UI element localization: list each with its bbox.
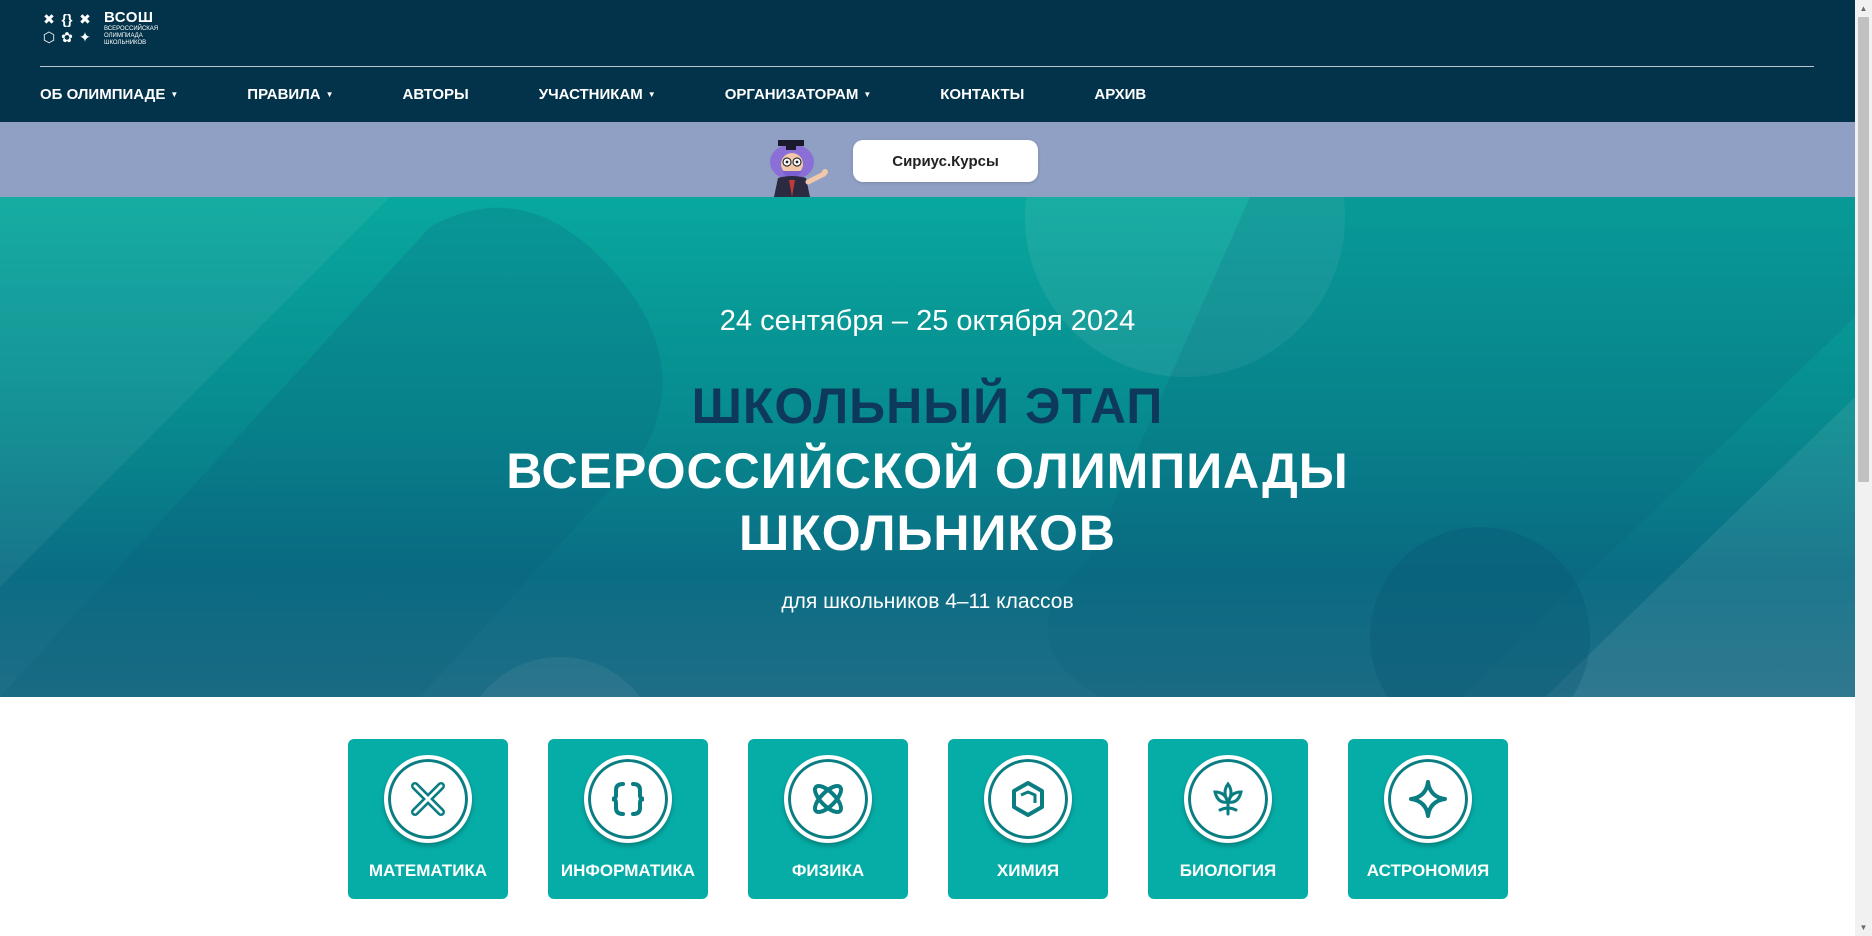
subject-icon-badge [584,755,672,843]
logo-subtitle-3: ШКОЛЬНИКОВ [104,40,158,47]
hero-date: 24 сентября – 25 октября 2024 [0,305,1855,338]
subject-icon-badge [984,755,1072,843]
subject-label: ХИМИЯ [948,861,1108,881]
main-nav: ОБ ОЛИМПИАДЕ ▼ ПРАВИЛА ▼ АВТОРЫ УЧАСТНИК… [40,86,1146,103]
logo-subtitle-1: ВСЕРОССИЙСКАЯ [104,26,158,33]
chemistry-icon [1007,778,1049,820]
hero-title-line: ВСЕРОССИЙСКОЙ ОЛИМПИАДЫ [0,440,1855,502]
atom-icon: ✖ [76,10,94,28]
subject-icon-badge [384,755,472,843]
sirius-courses-button[interactable]: Сириус.Курсы [853,140,1038,182]
subject-label: БИОЛОГИЯ [1148,861,1308,881]
subject-icon-badge [1184,755,1272,843]
caret-down-icon: ▼ [863,90,871,99]
astronomy-icon [1407,778,1449,820]
subject-card-math[interactable]: МАТЕМАТИКА [348,739,508,899]
nav-item-label: ОБ ОЛИМПИАДЕ [40,86,165,103]
professor-mascot-image [762,138,834,197]
hero-title-main: ВСЕРОССИЙСКОЙ ОЛИМПИАДЫ ШКОЛЬНИКОВ [0,440,1855,564]
subject-icon-badge [784,755,872,843]
scroll-thumb[interactable] [1858,17,1869,482]
nav-item-organizers[interactable]: ОРГАНИЗАТОРАМ ▼ [725,86,872,103]
caret-down-icon: ▼ [170,90,178,99]
subject-label: ФИЗИКА [748,861,908,881]
logo-icons: ✖ {} ✖ ⬡ ✿ ✦ [40,10,94,46]
nav-item-authors[interactable]: АВТОРЫ [402,86,468,103]
hero-title-line: ШКОЛЬНИКОВ [0,502,1855,564]
nav-item-label: ПРАВИЛА [247,86,320,103]
nav-item-label: АВТОРЫ [402,86,468,103]
subject-card-chemistry[interactable]: ХИМИЯ [948,739,1108,899]
hexagon-icon: ⬡ [40,28,58,46]
informatics-icon [607,778,649,820]
nav-item-archive[interactable]: АРХИВ [1094,86,1146,103]
subject-card-astronomy[interactable]: АСТРОНОМИЯ [1348,739,1508,899]
nav-item-about[interactable]: ОБ ОЛИМПИАДЕ ▼ [40,86,178,103]
subject-label: ИНФОРМАТИКА [548,861,708,881]
nav-item-contacts[interactable]: КОНТАКТЫ [940,86,1024,103]
subject-icon-badge [1384,755,1472,843]
logo-text: ВСОШ ВСЕРОССИЙСКАЯ ОЛИМПИАДА ШКОЛЬНИКОВ [104,10,158,47]
nav-item-label: КОНТАКТЫ [940,86,1024,103]
physics-icon [807,778,849,820]
caret-down-icon: ▼ [326,90,334,99]
biology-icon [1207,778,1249,820]
subject-label: АСТРОНОМИЯ [1348,861,1508,881]
header-divider [40,66,1814,67]
logo-subtitle-2: ОЛИМПИАДА [104,33,158,40]
nav-item-label: УЧАСТНИКАМ [539,86,643,103]
page-scrollbar[interactable]: ▲ ▼ [1855,0,1872,936]
cross-icon: ✖ [40,10,58,28]
nav-item-rules[interactable]: ПРАВИЛА ▼ [247,86,333,103]
site-logo[interactable]: ✖ {} ✖ ⬡ ✿ ✦ ВСОШ ВСЕРОССИЙСКАЯ ОЛИМПИАД… [40,10,158,47]
subject-card-biology[interactable]: БИОЛОГИЯ [1148,739,1308,899]
math-icon [407,778,449,820]
hero-subtitle: для школьников 4–11 классов [0,590,1855,614]
caret-down-icon: ▼ [648,90,656,99]
scroll-up-arrow-icon[interactable]: ▲ [1855,0,1872,17]
scroll-down-arrow-icon[interactable]: ▼ [1855,919,1872,936]
nav-item-participants[interactable]: УЧАСТНИКАМ ▼ [539,86,656,103]
subjects-grid: МАТЕМАТИКА ИНФОРМАТИКА ФИЗИКА ХИМИЯ [348,739,1508,899]
logo-title: ВСОШ [104,10,158,26]
promo-band: Сириус.Курсы [0,122,1855,197]
braces-icon: {} [58,10,76,28]
hero-banner: 24 сентября – 25 октября 2024 ШКОЛЬНЫЙ Э… [0,197,1855,697]
star-icon: ✦ [76,28,94,46]
subject-label: МАТЕМАТИКА [348,861,508,881]
leaf-icon: ✿ [58,28,76,46]
site-header: ✖ {} ✖ ⬡ ✿ ✦ ВСОШ ВСЕРОССИЙСКАЯ ОЛИМПИАД… [0,0,1855,122]
nav-item-label: ОРГАНИЗАТОРАМ [725,86,859,103]
subject-card-informatics[interactable]: ИНФОРМАТИКА [548,739,708,899]
nav-item-label: АРХИВ [1094,86,1146,103]
hero-title-stage: ШКОЛЬНЫЙ ЭТАП [0,377,1855,435]
subject-card-physics[interactable]: ФИЗИКА [748,739,908,899]
